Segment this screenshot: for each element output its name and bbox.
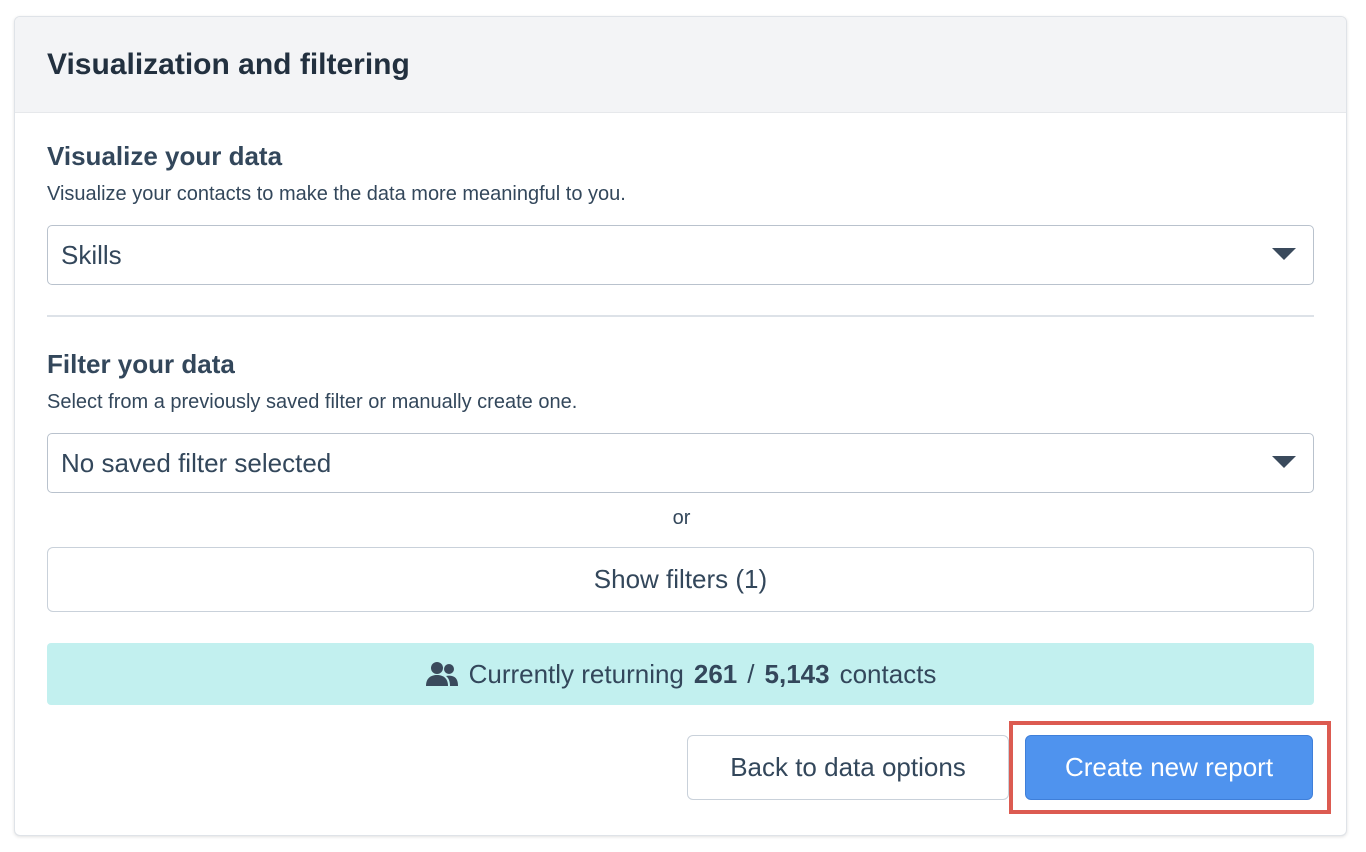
caret-down-icon: [1272, 248, 1296, 260]
panel-header: Visualization and filtering: [15, 17, 1346, 113]
results-returned-count: 261: [693, 658, 738, 689]
results-prefix: Currently returning: [468, 658, 684, 689]
people-icon: [425, 662, 458, 686]
saved-filter-select[interactable]: No saved filter selected: [47, 433, 1314, 493]
results-count-bar: Currently returning 261 / 5,143 contacts: [47, 643, 1314, 705]
visualization-select[interactable]: Skills: [47, 225, 1314, 285]
caret-down-icon: [1272, 456, 1296, 468]
results-suffix: contacts: [839, 658, 937, 689]
show-filters-button[interactable]: Show filters (1): [47, 547, 1314, 612]
or-separator: or: [672, 507, 691, 529]
filter-description: Select from a previously saved filter or…: [47, 391, 578, 413]
results-separator: /: [747, 658, 755, 689]
back-to-data-options-button[interactable]: Back to data options: [687, 735, 1009, 800]
visualize-heading: Visualize your data: [47, 141, 283, 171]
visualization-filtering-panel: Visualization and filtering Visualize yo…: [14, 16, 1347, 836]
saved-filter-select-value: No saved filter selected: [61, 447, 332, 478]
filter-heading: Filter your data: [47, 349, 235, 379]
visualize-description: Visualize your contacts to make the data…: [47, 183, 626, 205]
create-new-report-button[interactable]: Create new report: [1025, 735, 1313, 800]
section-divider: [47, 315, 1314, 317]
results-total-count: 5,143: [764, 658, 830, 689]
panel-title: Visualization and filtering: [47, 47, 410, 81]
visualization-select-value: Skills: [61, 239, 122, 270]
